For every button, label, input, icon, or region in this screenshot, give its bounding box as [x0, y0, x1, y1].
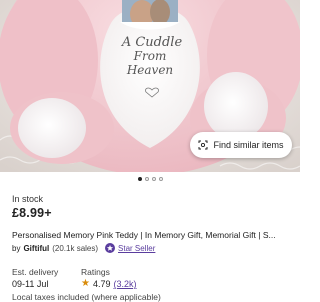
star-seller-icon [105, 243, 116, 253]
seller-info: by Giftiful (20.1k sales) Star Seller [12, 243, 155, 253]
star-icon: ★ [81, 278, 90, 289]
price: £8.99+ [12, 206, 52, 220]
carousel-dot[interactable] [158, 177, 163, 181]
star-seller-link[interactable]: Star Seller [118, 244, 155, 253]
find-similar-button[interactable]: Find similar items [190, 132, 292, 158]
delivery-value: 09-11 Jul [12, 279, 48, 289]
taxes-note: Local taxes included (where applicable) [12, 292, 161, 302]
sales-count: (20.1k sales) [52, 243, 99, 253]
carousel-dot[interactable] [151, 177, 156, 181]
visual-search-icon [198, 140, 208, 150]
review-count-link[interactable]: (3.2k) [114, 279, 137, 289]
delivery-label: Est. delivery [12, 267, 59, 277]
find-similar-label: Find similar items [213, 140, 284, 150]
rating-score: 4.79 [92, 279, 111, 289]
photo-caption-line-3: Heaven [126, 63, 173, 77]
photo-caption-line-2: From [133, 49, 167, 63]
stock-status: In stock [12, 194, 44, 204]
ratings-value[interactable]: ★ 4.79 (3.2k) [81, 278, 137, 290]
delivery-date: 09-11 Jul [12, 279, 49, 289]
by-label: by [12, 243, 21, 253]
listing-title[interactable]: Personalised Memory Pink Teddy | In Memo… [12, 230, 292, 240]
carousel-indicator [0, 177, 300, 181]
carousel-dot[interactable] [144, 177, 149, 181]
photo-caption-line-1: A Cuddle [121, 35, 183, 50]
carousel-dot[interactable] [137, 177, 142, 181]
shop-name-link[interactable]: Giftiful [23, 244, 49, 253]
ratings-label: Ratings [81, 267, 110, 277]
product-image-carousel[interactable]: A Cuddle From Heaven Find similar items [0, 0, 300, 172]
